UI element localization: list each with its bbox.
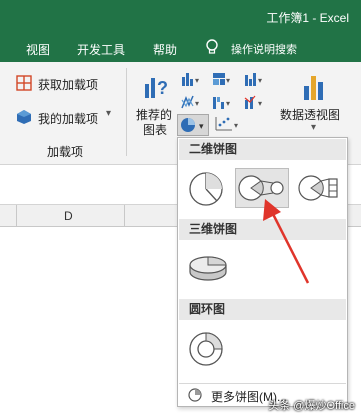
watermark: 头条 @爆炒Office — [268, 400, 355, 412]
annotation-arrow — [263, 199, 310, 284]
